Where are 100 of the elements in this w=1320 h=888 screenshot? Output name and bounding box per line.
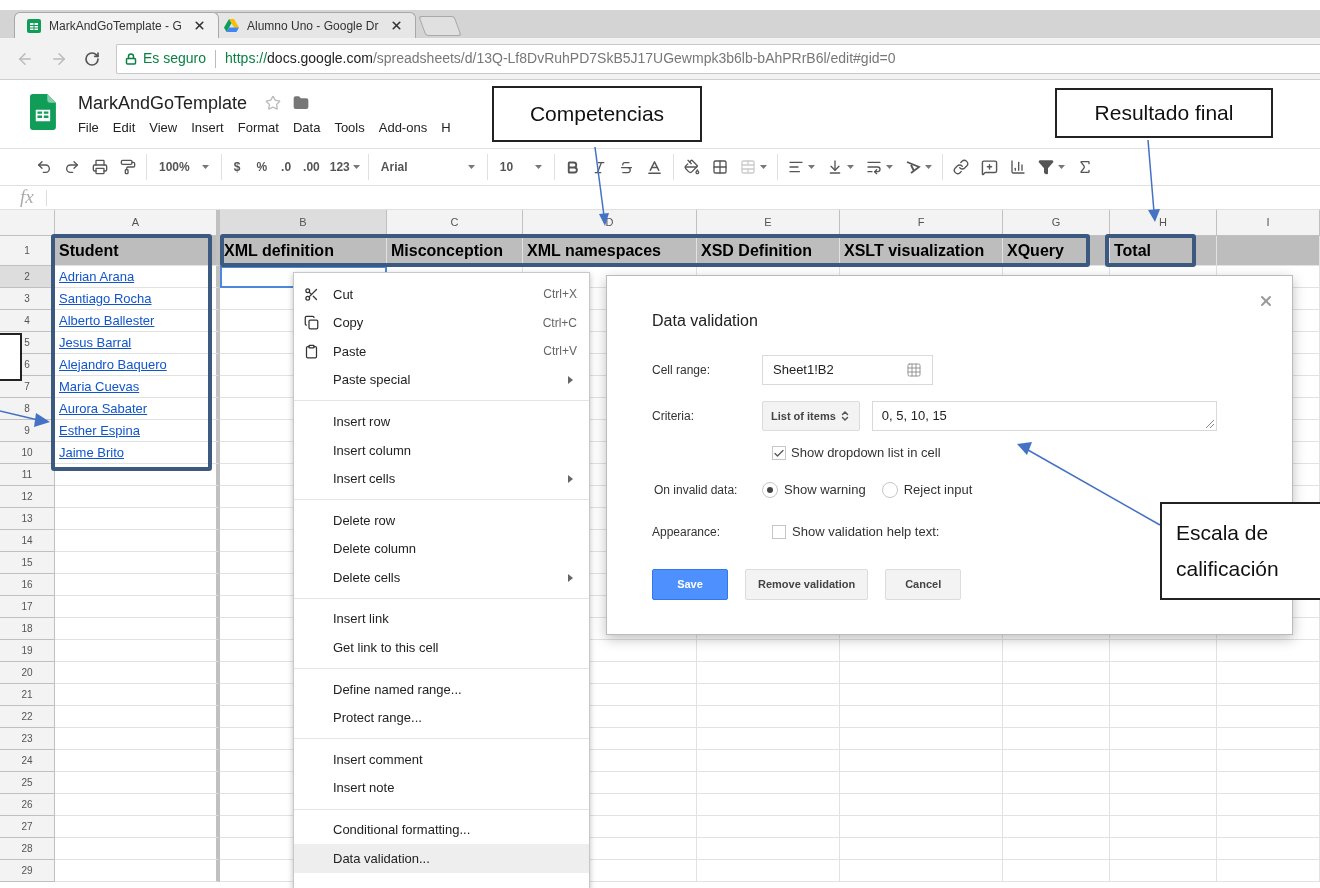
radio-label: Show warning <box>784 481 866 500</box>
context-menu-item[interactable]: Define named range... <box>294 675 589 704</box>
caret-icon <box>352 165 360 169</box>
context-menu-item[interactable]: Protect range... <box>294 703 589 733</box>
student-link[interactable]: Aurora Sabater <box>59 398 148 419</box>
percent-button[interactable]: % <box>248 154 276 180</box>
dialog-button[interactable]: Cancel <box>885 569 962 600</box>
currency-button[interactable]: $ <box>225 154 249 180</box>
font-dropdown[interactable]: Arial <box>372 154 483 180</box>
student-link[interactable]: Esther Espina <box>59 420 140 441</box>
close-icon[interactable] <box>390 19 403 32</box>
criteria-values-field[interactable]: 0, 5, 10, 15 <box>871 401 1217 431</box>
row-header[interactable]: 22 <box>0 706 55 728</box>
row-header[interactable]: 17 <box>0 596 55 618</box>
selected-cell[interactable] <box>220 266 387 288</box>
context-menu-item[interactable]: Delete column <box>294 534 589 564</box>
reload-icon[interactable] <box>84 50 100 67</box>
student-link[interactable]: Alejandro Baquero <box>59 354 167 375</box>
menu-item[interactable]: Edit <box>112 118 136 138</box>
row-header[interactable]: 24 <box>0 750 55 772</box>
arrow <box>0 410 50 427</box>
row-header[interactable]: 14 <box>0 530 55 552</box>
criteria-type-dropdown[interactable]: List of items <box>762 401 860 431</box>
student-link[interactable]: Alberto Ballester <box>59 310 155 331</box>
context-menu-item[interactable]: Insert row <box>294 407 589 436</box>
context-menu-item[interactable]: Insert comment <box>294 745 589 774</box>
menu-item[interactable]: Add-ons <box>378 118 428 138</box>
row-header[interactable]: 28 <box>0 838 55 860</box>
document-title[interactable]: MarkAndGoTemplate <box>77 89 247 117</box>
folder-icon[interactable] <box>293 95 309 111</box>
context-menu-item[interactable]: Insert cells <box>294 464 589 494</box>
field-label: Criteria: <box>652 408 695 425</box>
student-link[interactable]: Jaime Brito <box>59 442 125 463</box>
column-header[interactable]: I <box>1217 210 1320 235</box>
row-header[interactable]: 23 <box>0 728 55 750</box>
drive-tab-icon <box>224 19 239 32</box>
decrease-decimals-button[interactable]: .0 <box>275 154 298 180</box>
row-header[interactable]: 18 <box>0 618 55 640</box>
context-menu-item[interactable]: Paste special <box>294 365 589 395</box>
menu-item[interactable]: File <box>77 118 99 138</box>
increase-decimals-button[interactable]: .00 <box>297 154 326 180</box>
row-header[interactable]: 26 <box>0 794 55 816</box>
redo-icon <box>64 159 80 175</box>
browser-tab[interactable]: MarkAndGoTemplate - G <box>14 12 219 38</box>
row-header[interactable]: 21 <box>0 684 55 706</box>
menu-item-label: Data validation... <box>333 849 431 868</box>
more-formats-dropdown[interactable]: 123 <box>325 154 364 180</box>
column-header[interactable]: F <box>840 210 1003 235</box>
cell-range-field[interactable]: Sheet1!B2 <box>762 355 933 385</box>
student-link[interactable]: Jesus Barral <box>59 332 132 353</box>
context-menu-item[interactable]: Conditional formatting... <box>294 815 589 845</box>
row-header[interactable]: 16 <box>0 574 55 596</box>
row-header[interactable]: 25 <box>0 772 55 794</box>
context-menu-item[interactable]: Paste Ctrl+V <box>294 337 589 366</box>
menu-item[interactable]: Insert <box>191 118 224 138</box>
context-menu-item[interactable]: Cut Ctrl+X <box>294 280 589 309</box>
row-header[interactable]: 19 <box>0 640 55 662</box>
row-header[interactable]: 13 <box>0 508 55 530</box>
student-link[interactable]: Adrian Arana <box>59 266 135 287</box>
menu-item[interactable]: Tools <box>334 118 365 138</box>
column-header[interactable]: B <box>220 210 387 235</box>
menu-item[interactable]: H <box>441 118 451 138</box>
context-menu-item[interactable]: Insert link <box>294 604 589 634</box>
menu-item[interactable]: Format <box>237 118 279 138</box>
context-menu-item[interactable]: Delete row <box>294 506 589 535</box>
menu-item[interactable]: View <box>149 118 178 138</box>
context-menu-item[interactable]: Get link to this cell <box>294 633 589 663</box>
field-label: Cell range: <box>652 362 712 379</box>
student-link[interactable]: Santiago Rocha <box>59 288 152 309</box>
column-header[interactable]: E <box>697 210 840 235</box>
close-icon[interactable] <box>193 19 206 32</box>
row-header[interactable]: 15 <box>0 552 55 574</box>
submenu-arrow-icon <box>568 376 573 385</box>
resize-handle-icon[interactable] <box>1205 420 1214 428</box>
shortcut-text: Ctrl+X <box>543 286 577 304</box>
checkbox[interactable] <box>772 446 786 460</box>
menu-item-label: Define named range... <box>333 680 463 699</box>
column-header[interactable]: C <box>387 210 523 235</box>
context-menu-item[interactable]: Delete cells <box>294 563 589 592</box>
context-menu-item[interactable]: Data validation... <box>294 844 589 873</box>
student-link[interactable]: Maria Cuevas <box>59 376 140 397</box>
address-field[interactable]: Es seguro https://docs.google.com/spreadsheets/d/13Q-Lf8DvRuhPD7SkB5J17UGewmpk3b6lb-bAhPRrB6l/edit#gid=0 <box>116 43 1320 74</box>
column-title-cell: Student <box>55 236 220 266</box>
context-menu-item[interactable]: Insert column <box>294 435 589 465</box>
row-header[interactable]: 27 <box>0 816 55 838</box>
row-header[interactable]: 11 <box>0 464 55 486</box>
row-header[interactable]: 29 <box>0 860 55 882</box>
font-size-dropdown[interactable]: 10 <box>491 154 550 180</box>
row-header[interactable]: 20 <box>0 662 55 684</box>
star-icon[interactable] <box>265 95 281 111</box>
caret-icon <box>467 165 475 169</box>
checkbox-label: Show validation help text: <box>792 523 940 542</box>
zoom-dropdown[interactable]: 100% <box>151 154 217 180</box>
context-menu-item[interactable]: Insert note <box>294 773 589 803</box>
checkbox[interactable] <box>772 525 786 539</box>
menu-item[interactable]: Data <box>292 118 321 138</box>
context-menu-item[interactable]: Copy Ctrl+C <box>294 308 589 338</box>
dialog-button[interactable]: Remove validation <box>745 569 869 600</box>
column-header[interactable]: G <box>1003 210 1110 235</box>
row-header[interactable]: 12 <box>0 486 55 508</box>
